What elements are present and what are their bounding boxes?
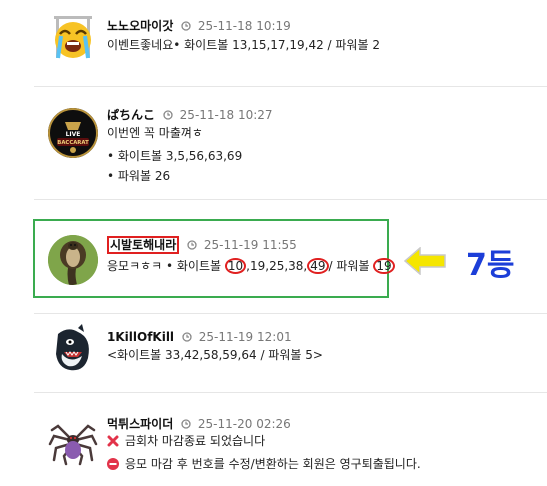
timestamp: 25-11-19 12:01 bbox=[198, 330, 292, 344]
timestamp: 25-11-18 10:19 bbox=[197, 19, 291, 33]
nickname[interactable]: ぱちんこ bbox=[107, 108, 155, 122]
avatar[interactable] bbox=[48, 14, 98, 64]
live-baccarat-icon: LIVE BACCARAT bbox=[48, 108, 98, 158]
comment-text: 이벤트좋네요• 화이트볼 13,15,17,19,42 / 파워볼 2 bbox=[107, 38, 380, 52]
comment-text: <화이트볼 33,42,58,59,64 / 파워볼 5> bbox=[107, 348, 323, 362]
circled-number: 49 bbox=[307, 258, 329, 274]
comment-header: ぱちんこ 25-11-18 10:27 bbox=[107, 107, 273, 123]
comment-text-line: 응모 마감 후 번호를 수정/변환하는 회원은 영구퇴출됩니다. bbox=[107, 456, 421, 472]
comment-header: 먹튀스파이더 25-11-20 02:26 bbox=[107, 416, 291, 432]
clock-icon bbox=[187, 240, 197, 250]
comment-text: 응모 마감 후 번호를 수정/변환하는 회원은 영구퇴출됩니다. bbox=[125, 457, 421, 471]
rank-label: 7등 bbox=[466, 248, 515, 283]
orca-icon bbox=[56, 324, 89, 371]
timestamp: 25-11-19 11:55 bbox=[203, 238, 297, 252]
avatar[interactable] bbox=[48, 416, 98, 466]
comment-header: 노노오마이갓 25-11-18 10:19 bbox=[107, 18, 291, 34]
comment-header: 시발토해내라 25-11-19 11:55 bbox=[107, 236, 297, 254]
clock-icon bbox=[163, 110, 173, 120]
text-part: 응모ㅋㅎㅋ • 화이트볼 bbox=[107, 259, 225, 273]
circled-number: 19 bbox=[373, 258, 395, 274]
clock-icon bbox=[181, 21, 191, 31]
comment-header: 1KillOfKill 25-11-19 12:01 bbox=[107, 329, 292, 345]
x-mark-icon bbox=[107, 435, 119, 447]
nickname[interactable]: 먹튀스파이더 bbox=[107, 417, 173, 431]
divider bbox=[34, 86, 547, 87]
timestamp: 25-11-18 10:27 bbox=[179, 108, 273, 122]
cobra-icon bbox=[48, 235, 98, 285]
nickname[interactable]: 노노오마이갓 bbox=[107, 19, 173, 33]
nickname[interactable]: 1KillOfKill bbox=[107, 330, 174, 344]
clock-icon bbox=[181, 419, 191, 429]
left-arrow-icon bbox=[404, 247, 446, 275]
divider bbox=[34, 392, 547, 393]
divider bbox=[34, 199, 547, 200]
comment-text: • 파워볼 26 bbox=[107, 169, 171, 183]
no-entry-icon bbox=[107, 458, 119, 470]
comment-text: • 화이트볼 3,5,56,63,69 bbox=[107, 149, 243, 163]
comment-text-line: 금회차 마감종료 되었습니다 bbox=[107, 433, 265, 449]
nickname[interactable]: 시발토해내라 bbox=[107, 236, 180, 254]
timestamp: 25-11-20 02:26 bbox=[197, 417, 291, 431]
comment-text: 이번엔 꼭 마출껴ㅎ bbox=[107, 126, 203, 140]
avatar[interactable] bbox=[48, 324, 98, 374]
text-part: ,19,25,38, bbox=[246, 259, 308, 273]
clock-icon bbox=[182, 332, 192, 342]
circled-number: 10 bbox=[224, 258, 247, 274]
text-part: / 파워볼 bbox=[328, 259, 374, 273]
avatar-text-baccarat: BACCARAT bbox=[57, 140, 89, 146]
spider-icon bbox=[48, 424, 98, 466]
avatar-text-live: LIVE bbox=[66, 131, 81, 138]
avatar[interactable]: LIVE BACCARAT bbox=[48, 108, 98, 158]
divider bbox=[34, 313, 547, 314]
comment-text: 응모ㅋㅎㅋ • 화이트볼 10,19,25,38, 49/ 파워볼 19 bbox=[107, 258, 395, 274]
comment-text: 금회차 마감종료 되었습니다 bbox=[125, 434, 266, 448]
avatar[interactable] bbox=[48, 235, 98, 285]
crying-emoji-icon bbox=[54, 16, 92, 59]
